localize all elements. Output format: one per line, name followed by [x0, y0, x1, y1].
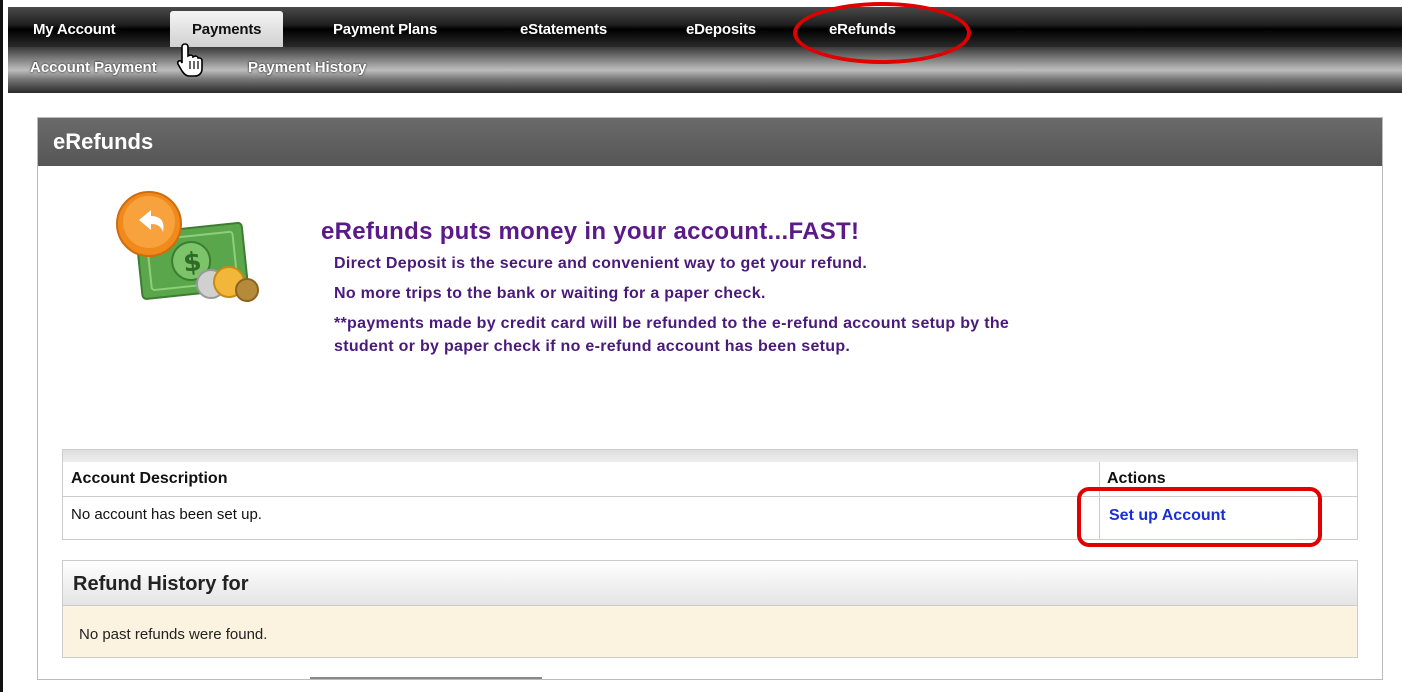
refund-history-body: No past refunds were found.	[63, 606, 1357, 657]
promo-line: **payments made by credit card will be r…	[334, 315, 1010, 332]
svg-text:$: $	[182, 247, 203, 279]
tab-edeposits[interactable]: eDeposits	[686, 13, 756, 47]
subnav-account-payment[interactable]: Account Payment	[30, 59, 157, 76]
erefunds-highlight-ring	[793, 2, 971, 64]
refund-history-section: Refund History for No past refunds were …	[62, 560, 1358, 658]
table-top-band	[63, 450, 1357, 462]
column-header-account-description: Account Description	[71, 470, 228, 487]
window-left-edge	[0, 0, 3, 692]
top-nav: My Account Payments Payment Plans eState…	[8, 7, 1402, 49]
tab-my-account[interactable]: My Account	[33, 13, 116, 47]
refund-history-empty-message: No past refunds were found.	[79, 626, 268, 643]
refund-history-title: Refund History for	[73, 573, 249, 595]
hand-cursor-icon	[176, 43, 203, 77]
refund-history-header: Refund History for	[63, 561, 1357, 606]
account-description-cell: No account has been set up.	[71, 506, 262, 523]
promo-line: No more trips to the bank or waiting for…	[334, 285, 766, 302]
promo-headline: eRefunds puts money in your account...FA…	[321, 218, 860, 245]
refund-money-icon: $	[116, 191, 259, 302]
panel-title: eRefunds	[38, 118, 1382, 166]
footer-divider	[310, 677, 542, 679]
tab-payment-plans[interactable]: Payment Plans	[333, 13, 437, 47]
subnav-payment-history[interactable]: Payment History	[248, 59, 366, 76]
promo-line: Direct Deposit is the secure and conveni…	[334, 255, 868, 272]
promo-line: student or by paper check if no e-refund…	[334, 338, 851, 355]
sub-nav: Account Payment Payment History	[8, 47, 1402, 93]
column-header-actions: Actions	[1107, 470, 1166, 487]
tab-estatements[interactable]: eStatements	[520, 13, 607, 47]
setup-account-highlight-box	[1077, 487, 1322, 547]
